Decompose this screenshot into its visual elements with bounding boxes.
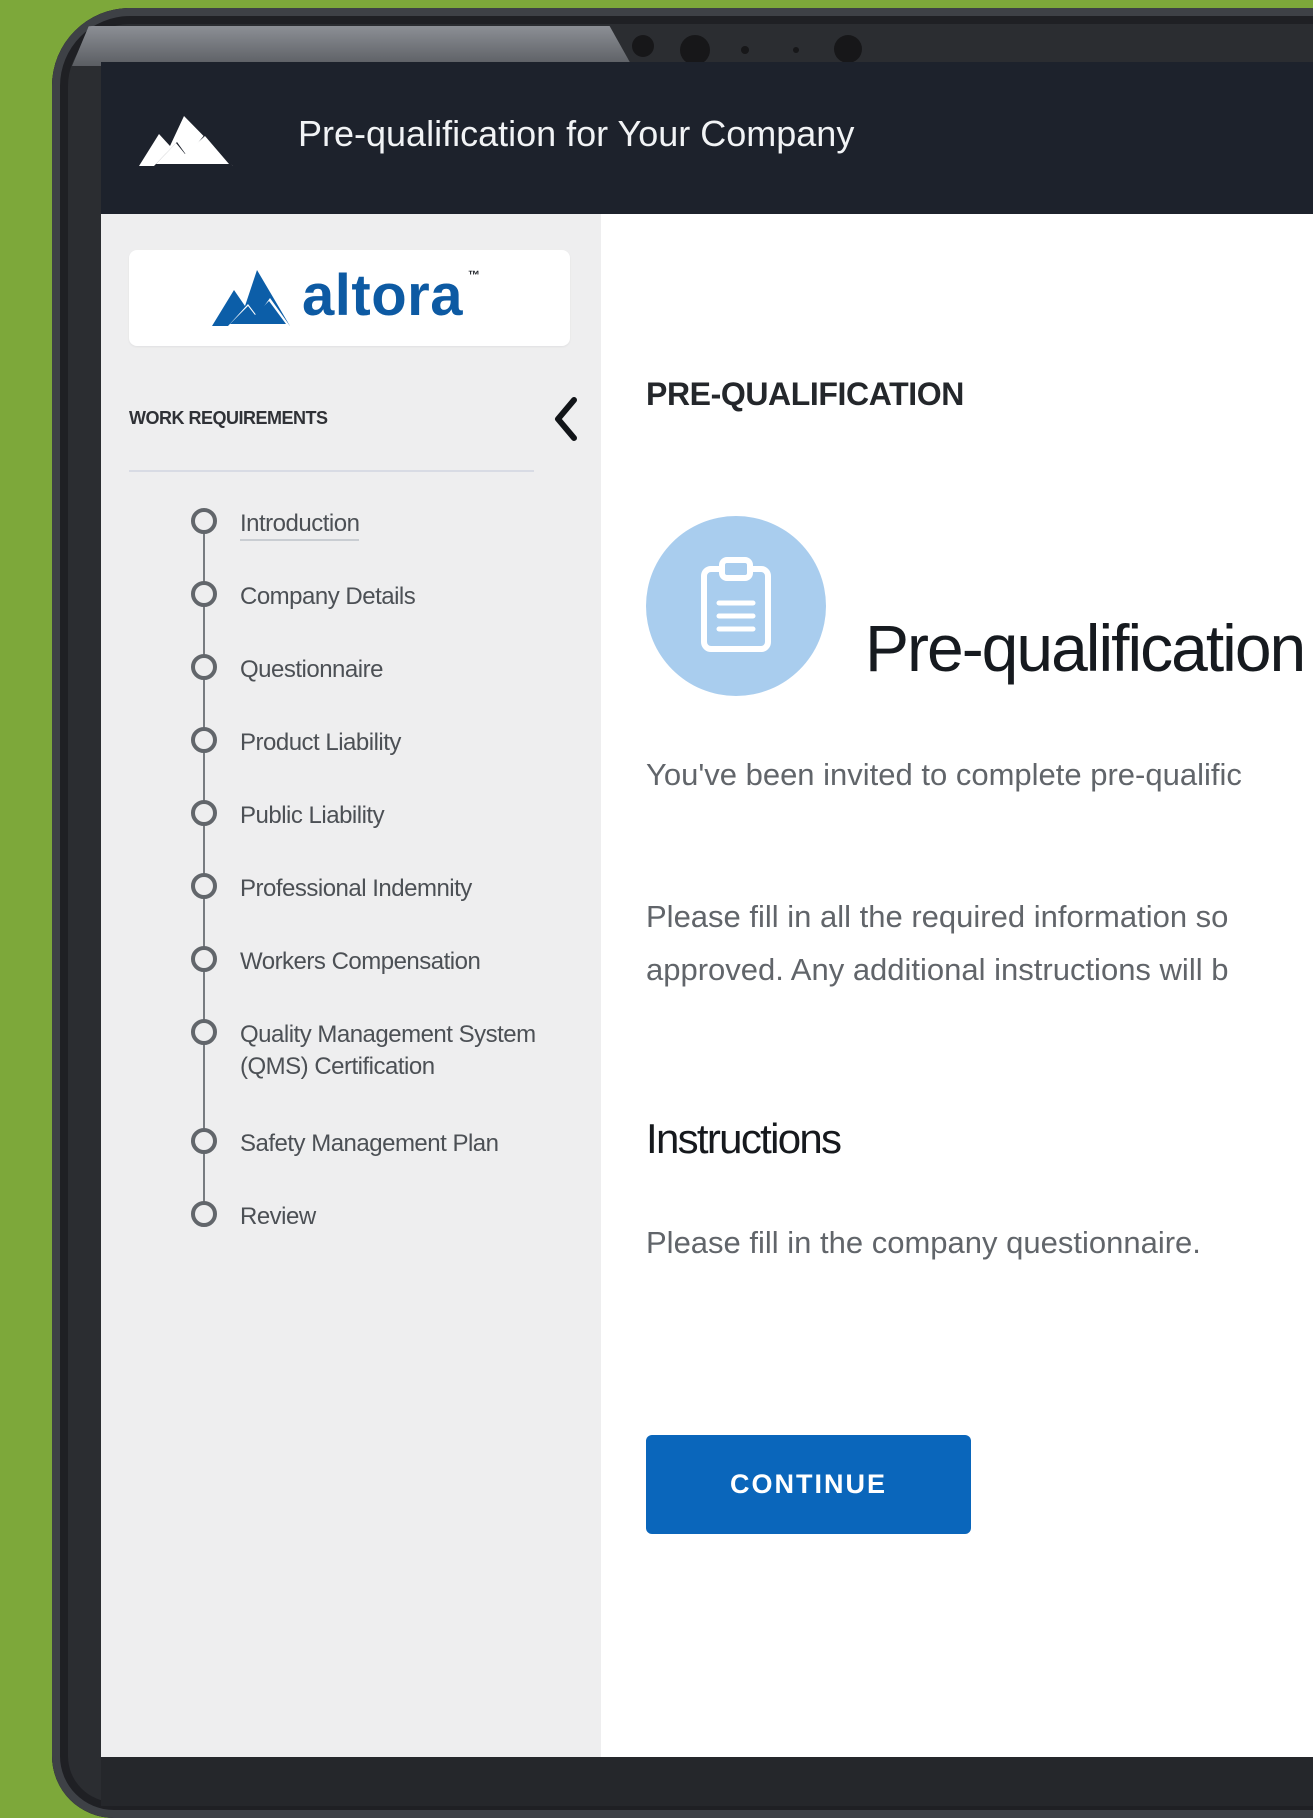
sidebar-item-product-liability[interactable]: Product Liability [188,727,578,800]
sidebar-item-public-liability[interactable]: Public Liability [188,800,578,873]
sidebar-divider [129,470,534,472]
app-title: Pre-qualification for Your Company [298,113,855,154]
mountain-logo-icon [139,116,233,166]
step-circle-icon [191,1128,217,1154]
work-requirements-label: WORK REQUIREMENTS [129,408,328,428]
step-circle-icon [191,873,217,899]
step-circle-icon [191,581,217,607]
camera-dot [834,35,862,63]
step-label: Professional Indemnity [240,875,472,902]
instructions-text: Please fill in the company questionnaire… [646,1225,1201,1260]
sidebar-item-professional-indemnity[interactable]: Professional Indemnity [188,873,578,946]
camera-dot [741,46,749,54]
sidebar-item-review[interactable]: Review [188,1201,578,1274]
sidebar-item-safety-management-plan[interactable]: Safety Management Plan [188,1128,578,1201]
step-label: Introduction [240,510,360,541]
step-list: Introduction Company Details Questionnai… [188,508,578,1274]
intro-text: You've been invited to complete pre-qual… [646,757,1242,792]
sidebar-item-workers-compensation[interactable]: Workers Compensation [188,946,578,1019]
page-title: Pre-qualification [865,611,1306,686]
step-label: Public Liability [240,802,385,829]
app-screen: Pre-qualification for Your Company altor… [101,62,1313,1757]
camera-dot [632,35,654,57]
required-information-text: Please fill in all the required informat… [646,891,1228,996]
step-label: Workers Compensation [240,948,481,975]
step-label: Questionnaire [240,656,383,683]
device-bottom-bezel [101,1757,1313,1806]
step-label: Quality Management System (QMS) Certific… [240,1021,536,1081]
chevron-left-icon [555,397,577,441]
sidebar-item-qms-certification[interactable]: Quality Management System (QMS) Certific… [188,1019,578,1128]
sidebar-item-company-details[interactable]: Company Details [188,581,578,654]
step-label: Review [240,1203,316,1230]
topbar: Pre-qualification for Your Company [101,62,1313,214]
device-highlight [72,26,632,66]
required-information-line-2: approved. Any additional instructions wi… [646,951,1229,987]
camera-dot [793,47,799,53]
required-information-line-1: Please fill in all the required informat… [646,899,1229,934]
sidebar: altora ™ WORK REQUIREMENTS Introduction … [101,214,601,1757]
hero-icon-circle [646,516,826,696]
step-circle-icon [191,1201,217,1227]
camera-dot [680,35,710,65]
clipboard-icon [701,557,771,652]
altora-logo-icon [212,270,291,326]
continue-button[interactable]: CONTINUE [646,1435,971,1534]
trademark-symbol: ™ [467,268,480,282]
step-circle-icon [191,1019,217,1045]
step-label: Safety Management Plan [240,1130,499,1157]
main-content: PRE-QUALIFICATION Pre-qualification You'… [601,214,1313,1757]
step-circle-icon [191,946,217,972]
step-circle-icon [191,727,217,753]
collapse-sidebar-button[interactable] [541,394,591,444]
brand-card: altora ™ [129,250,570,346]
step-label: Product Liability [240,729,401,756]
step-label: Company Details [240,583,416,610]
step-circle-icon [191,654,217,680]
brand-name: altora [302,263,463,328]
instructions-heading: Instructions [646,1114,842,1162]
step-circle-icon [191,508,217,534]
section-eyebrow: PRE-QUALIFICATION [646,376,964,412]
sidebar-item-questionnaire[interactable]: Questionnaire [188,654,578,727]
step-circle-icon [191,800,217,826]
sidebar-item-introduction[interactable]: Introduction [188,508,578,581]
